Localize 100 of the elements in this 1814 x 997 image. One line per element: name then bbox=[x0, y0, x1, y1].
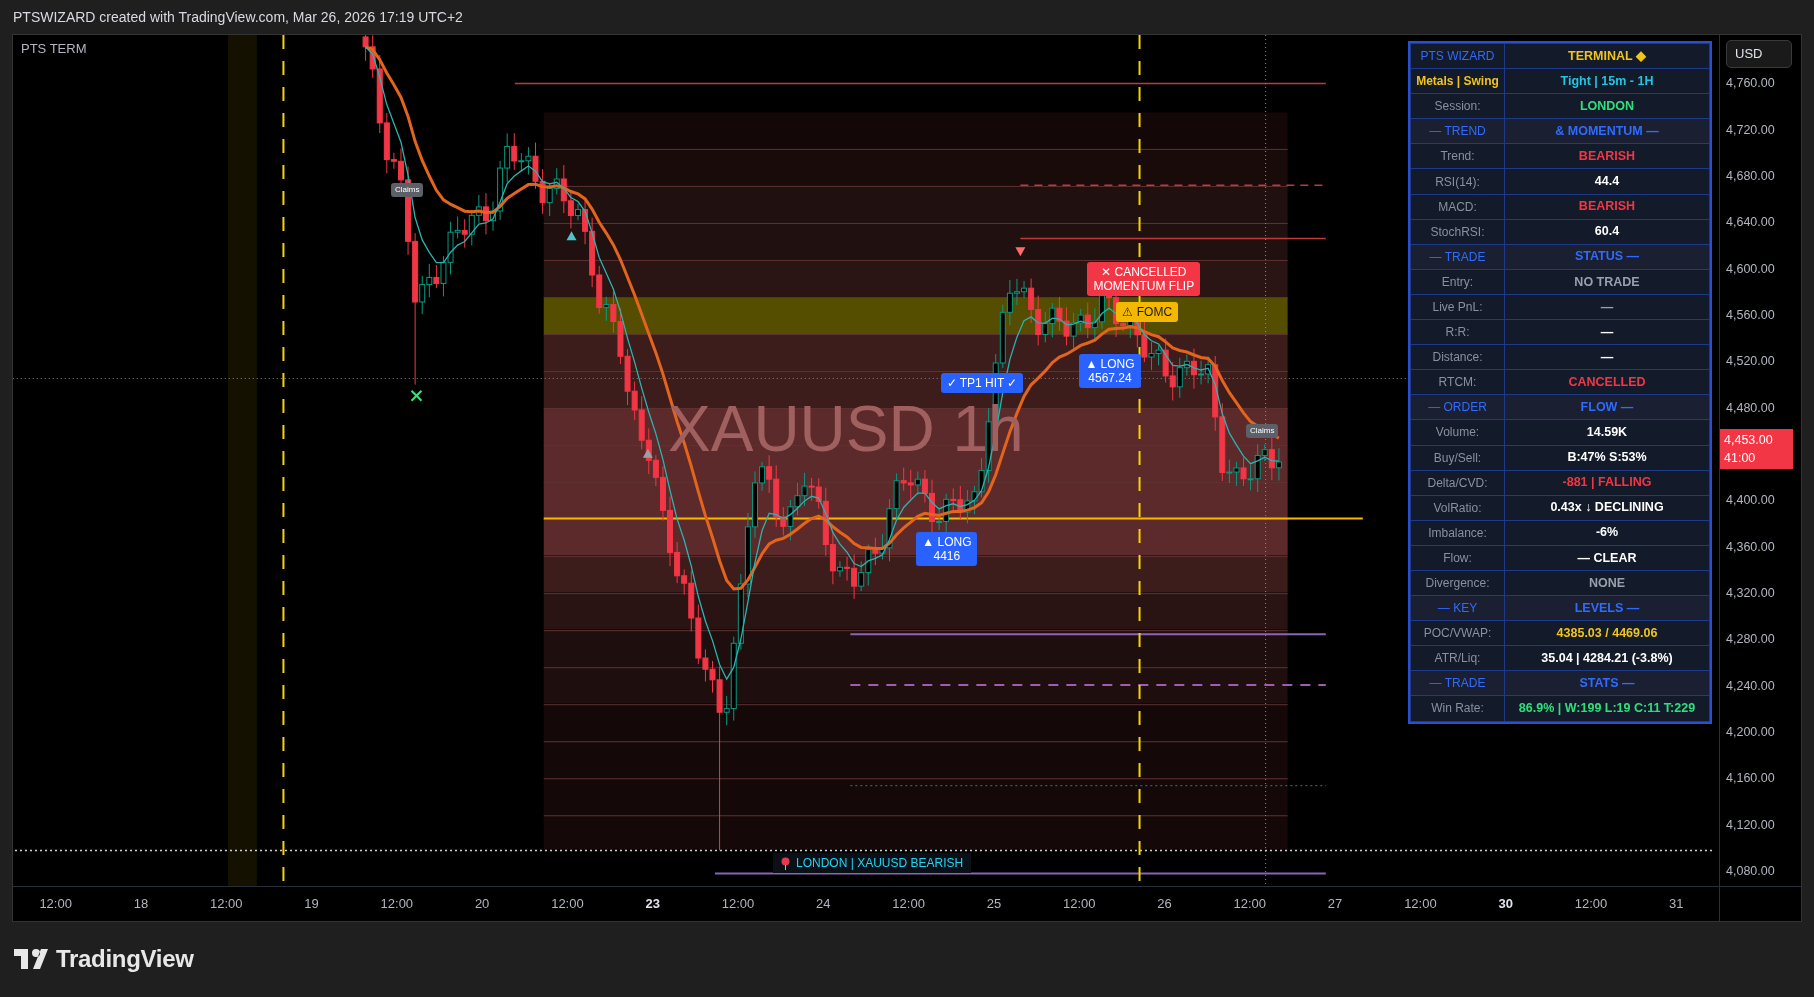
price-label: 4,680.00 bbox=[1726, 167, 1775, 185]
cell-label: Live PnL: bbox=[1432, 300, 1483, 314]
cell-label: — TRADE bbox=[1429, 676, 1486, 691]
cell-value: & MOMENTUM — bbox=[1555, 123, 1659, 138]
cell-label: Buy/Sell: bbox=[1433, 450, 1482, 465]
cell-label: MACD: bbox=[1438, 199, 1477, 214]
cell-label: Imbalance: bbox=[1428, 525, 1487, 540]
brand-name: TradingView bbox=[56, 944, 194, 974]
time-label: 12:00 bbox=[1061, 895, 1097, 913]
session-text: LONDON | XAUUSD BEARISH bbox=[796, 855, 964, 872]
signal-label: ▲ LONG 4416 bbox=[916, 532, 978, 567]
cell-label: — ORDER bbox=[1428, 400, 1487, 415]
cell-label: Metals | Swing bbox=[1416, 74, 1499, 89]
cell-value: B:47% S:53% bbox=[1567, 450, 1647, 465]
price-label: 4,480.00 bbox=[1726, 399, 1775, 417]
cell-value: — bbox=[1600, 324, 1614, 339]
price-label: 4,360.00 bbox=[1726, 538, 1775, 556]
price-label: 4,760.00 bbox=[1726, 75, 1775, 93]
event-label: ⚠ FOMC bbox=[1116, 302, 1179, 323]
time-label: 20 bbox=[473, 895, 491, 913]
cell-label: — TRADE bbox=[1429, 249, 1486, 264]
cell-label: Session: bbox=[1434, 99, 1481, 114]
price-label: 4,720.00 bbox=[1726, 121, 1775, 139]
time-label: 12:00 bbox=[1403, 895, 1438, 913]
cell-value: 0.43x ↓ DECLINING bbox=[1550, 500, 1664, 515]
time-label: 23 bbox=[644, 895, 661, 913]
last-price-label: 4,453.00 41:00 bbox=[1720, 429, 1793, 469]
price-label: 4,280.00 bbox=[1726, 631, 1775, 649]
cell-label: ATR/Liq: bbox=[1434, 651, 1481, 666]
time-label: 25 bbox=[985, 895, 1003, 913]
cell-value: -881 | FALLING bbox=[1562, 475, 1652, 490]
cell-label: — TREND bbox=[1429, 124, 1486, 139]
triangle-down-icon bbox=[1015, 247, 1026, 257]
cell-value: LONDON bbox=[1579, 98, 1635, 113]
cell-value: — CLEAR bbox=[1577, 550, 1637, 565]
time-label: 24 bbox=[815, 895, 832, 913]
cell-value: BEARISH bbox=[1578, 149, 1636, 164]
cell-label: PTS WIZARD bbox=[1420, 49, 1495, 64]
price-label: 4,640.00 bbox=[1726, 214, 1775, 232]
cell-label: Trend: bbox=[1440, 149, 1475, 164]
time-label: 31 bbox=[1668, 895, 1685, 913]
signal-label: ▲ LONG 4567.24 bbox=[1079, 354, 1141, 389]
time-label: 12:00 bbox=[379, 895, 415, 913]
cell-value: Tight | 15m - 1H bbox=[1560, 73, 1654, 88]
cell-value: 86.9% | W:199 L:19 C:11 T:229 bbox=[1518, 701, 1696, 716]
time-label: 27 bbox=[1326, 895, 1344, 913]
price-label: 4,120.00 bbox=[1726, 816, 1775, 834]
triangle-up-icon bbox=[566, 231, 577, 241]
time-label: 12:00 bbox=[891, 895, 926, 913]
price-label: 4,200.00 bbox=[1726, 723, 1775, 741]
cell-label: R:R: bbox=[1445, 325, 1470, 340]
cell-value: — bbox=[1600, 299, 1614, 314]
price-label: 4,240.00 bbox=[1726, 677, 1775, 695]
cell-value: LEVELS — bbox=[1574, 600, 1640, 615]
cell-value: 14.59K bbox=[1586, 425, 1628, 440]
cell-value: NO TRADE bbox=[1574, 274, 1640, 289]
time-label: 12:00 bbox=[38, 895, 73, 913]
currency-button[interactable]: USD bbox=[1726, 40, 1792, 68]
price-label: 4,320.00 bbox=[1726, 584, 1775, 602]
cell-label: Volume: bbox=[1435, 425, 1480, 440]
time-label: 30 bbox=[1497, 895, 1514, 913]
cell-value: 44.4 bbox=[1594, 174, 1620, 189]
cell-value: STATS — bbox=[1579, 676, 1635, 690]
indicator-title: PTS TERM bbox=[21, 40, 87, 58]
cell-value: FLOW — bbox=[1580, 400, 1634, 414]
cell-value: 60.4 bbox=[1594, 224, 1620, 239]
cell-label: Flow: bbox=[1443, 550, 1472, 565]
cell-label: RTCM: bbox=[1438, 375, 1477, 390]
cell-label: RSI(14): bbox=[1435, 174, 1480, 189]
cell-label: Divergence: bbox=[1425, 576, 1490, 590]
time-label: 12:00 bbox=[720, 895, 756, 913]
price-label: 4,520.00 bbox=[1726, 353, 1775, 371]
cell-value: — bbox=[1600, 349, 1614, 364]
time-label: 12:00 bbox=[1573, 895, 1609, 913]
price-label: 4,600.00 bbox=[1726, 260, 1775, 278]
tradingview-logo-icon bbox=[14, 949, 48, 969]
time-label: 26 bbox=[1156, 895, 1173, 913]
cell-value: TERMINAL ◆ bbox=[1568, 48, 1646, 63]
cell-label: — KEY bbox=[1437, 601, 1478, 616]
cell-value: -6% bbox=[1595, 525, 1619, 540]
price-label: 4,400.00 bbox=[1726, 492, 1775, 510]
cell-label: Distance: bbox=[1432, 350, 1483, 365]
time-label: 18 bbox=[132, 895, 150, 913]
cell-value: CANCELLED bbox=[1568, 374, 1646, 389]
price-label: 4,080.00 bbox=[1726, 862, 1775, 880]
triangle-up-icon bbox=[642, 448, 653, 458]
cell-label: Delta/CVD: bbox=[1427, 475, 1488, 490]
pin-icon bbox=[781, 856, 790, 870]
page-title: PTSWIZARD created with TradingView.com, Mar 26, 2026 17:19 UTC+2 bbox=[13, 8, 463, 27]
price-tag: Claims bbox=[391, 182, 424, 197]
cell-label: VolRatio: bbox=[1433, 500, 1482, 515]
alert-label: ✕ CANCELLED MOMENTUM FLIP bbox=[1087, 261, 1201, 296]
cell-value: 4385.03 / 4469.06 bbox=[1556, 625, 1658, 640]
time-label: 12:00 bbox=[208, 895, 244, 913]
cell-value: STATUS — bbox=[1574, 249, 1640, 264]
time-label: 12:00 bbox=[1232, 895, 1268, 913]
cell-label: StochRSI: bbox=[1430, 224, 1485, 239]
price-label: 4,560.00 bbox=[1726, 306, 1775, 324]
time-label: 12:00 bbox=[550, 895, 585, 913]
cell-label: Entry: bbox=[1441, 274, 1474, 289]
